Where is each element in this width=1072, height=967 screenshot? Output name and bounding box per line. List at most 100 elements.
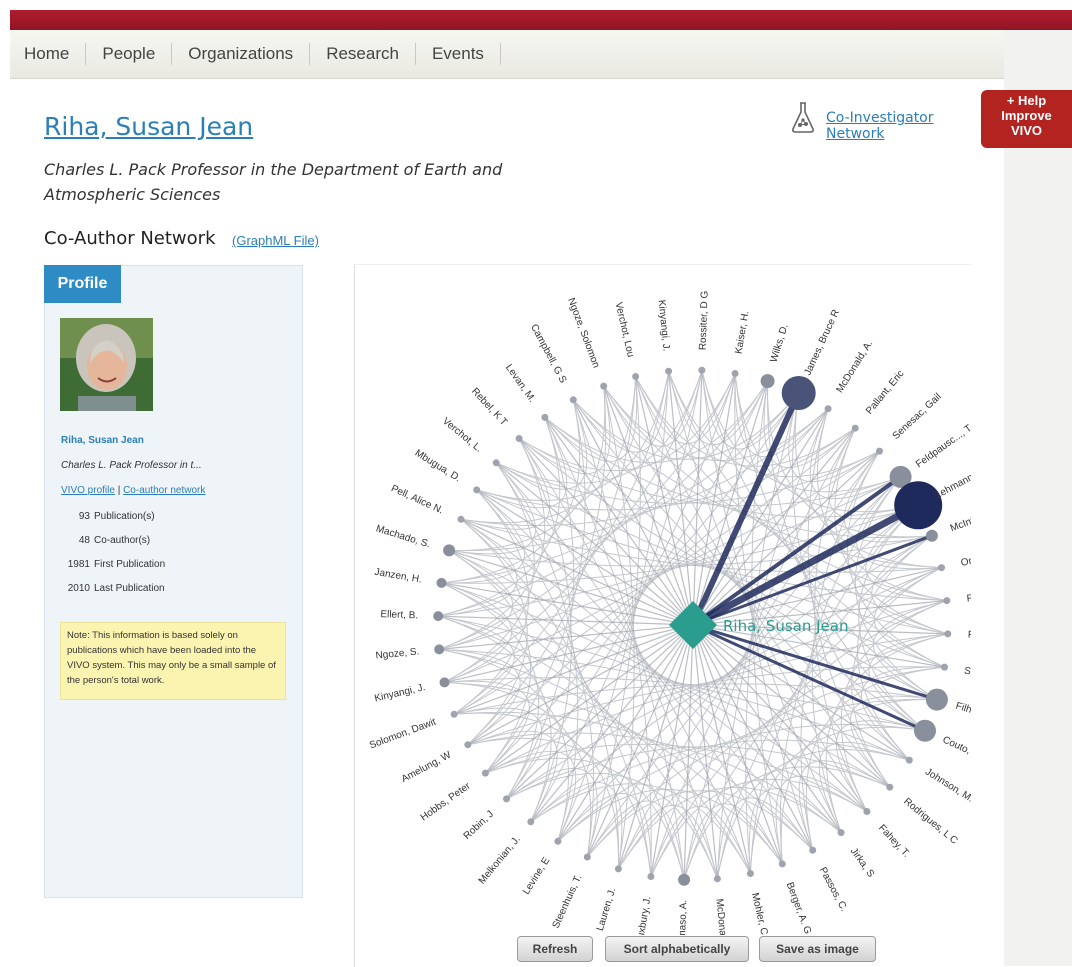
person-name[interactable]: Riha, Susan Jean xyxy=(44,112,253,141)
profile-tab[interactable]: Profile xyxy=(44,265,121,303)
coauthor-node[interactable] xyxy=(746,870,754,877)
coauthor-node[interactable] xyxy=(914,719,936,742)
coauthor-label[interactable]: Mbugua, D. xyxy=(413,448,463,485)
coauthor-label[interactable]: James, Bruce R xyxy=(802,308,842,377)
coauthor-node[interactable] xyxy=(941,663,948,671)
nav-organizations[interactable]: Organizations xyxy=(172,43,311,65)
coauthor-node[interactable] xyxy=(434,644,445,655)
coauthor-node[interactable] xyxy=(503,795,510,803)
coauthor-label[interactable]: Levine, E xyxy=(521,855,553,896)
coauthor-label[interactable]: Wilks, D. xyxy=(769,323,791,364)
coauthor-node[interactable] xyxy=(837,829,845,837)
coauthor-network-viz[interactable]: Rossiter, D G Kaiser, H. Wilks, D. James, B… xyxy=(354,264,1012,967)
coauthor-label[interactable]: McDonald, A xyxy=(713,898,729,956)
coauthor-node[interactable] xyxy=(527,818,535,826)
coauthor-label[interactable]: Kinyangi, J. xyxy=(656,299,672,352)
coauthor-node[interactable] xyxy=(632,373,640,380)
coauthor-node[interactable] xyxy=(436,577,447,588)
coauthor-node[interactable] xyxy=(851,424,859,432)
center-node[interactable] xyxy=(669,601,717,649)
coauthor-label[interactable]: Solomon, Dawit xyxy=(368,717,438,752)
nav-home[interactable]: Home xyxy=(10,43,87,65)
coauthor-node[interactable] xyxy=(876,447,883,455)
coauthor-label[interactable]: Kaiser, H. xyxy=(733,310,751,355)
save-as-image-button[interactable]: Save as image xyxy=(759,936,876,962)
nav-research[interactable]: Research xyxy=(310,43,416,65)
coauthor-node[interactable] xyxy=(439,677,450,688)
network-graph[interactable]: Rossiter, D G Kaiser, H. Wilks, D. James, B… xyxy=(355,265,1012,958)
coauthor-node[interactable] xyxy=(943,597,951,605)
coauthor-node[interactable] xyxy=(457,515,465,523)
coauthor-label[interactable]: Senesac, Gail xyxy=(891,391,944,442)
coauthor-label[interactable]: Verchot, Lou xyxy=(613,301,636,358)
coinvestigator-network-link[interactable]: Co-Investigator Network xyxy=(826,110,934,142)
coauthor-network-link[interactable]: Co-author network xyxy=(123,485,205,496)
coauthor-node[interactable] xyxy=(492,459,500,467)
coauthor-label[interactable]: Ong, C K xyxy=(960,549,1003,569)
coauthor-label[interactable]: Jirka, S xyxy=(848,846,877,880)
coauthor-label[interactable]: Machado, S. xyxy=(375,523,432,550)
nav-events[interactable]: Events xyxy=(416,43,501,65)
coauthor-label[interactable]: Lauren, J. xyxy=(595,887,619,933)
coauthor-node[interactable] xyxy=(515,435,523,442)
coauthor-label[interactable]: McDonald, A. xyxy=(834,339,875,395)
coauthor-label[interactable]: Robin, J xyxy=(462,809,496,842)
coauthor-label[interactable]: Lehmann, C. xyxy=(933,465,989,502)
coauthor-label[interactable]: Ngoze, Solomon xyxy=(565,296,601,369)
coauthor-node[interactable] xyxy=(647,873,655,880)
graphml-file-link[interactable]: (GraphML File) xyxy=(232,233,319,248)
refresh-button[interactable]: Refresh xyxy=(517,936,593,962)
coauthor-label[interactable]: Verchot, L. xyxy=(440,416,484,455)
coauthor-label[interactable]: Feldpausc..., T. xyxy=(914,422,975,470)
coauthor-label[interactable]: McIntyre, B D xyxy=(949,503,1010,535)
coauthor-node[interactable] xyxy=(925,688,948,711)
coauthor-node[interactable] xyxy=(905,756,913,764)
coauthor-label[interactable]: Hobbs, Peter xyxy=(419,780,473,823)
coauthor-label[interactable]: Tommaso, A. xyxy=(676,900,689,958)
coauthor-label[interactable]: Ellert, B. xyxy=(380,609,418,621)
coauthor-label[interactable]: Ngoze, S. xyxy=(375,646,420,661)
coauthor-node[interactable] xyxy=(713,875,721,883)
coauthor-node[interactable] xyxy=(824,405,832,413)
coauthor-label[interactable]: Selva, E xyxy=(963,665,1002,682)
coauthor-node[interactable] xyxy=(938,564,945,572)
coauthor-node[interactable] xyxy=(600,382,608,390)
coauthor-label[interactable]: Fahey, T. xyxy=(876,823,911,860)
coauthor-node[interactable] xyxy=(678,873,691,886)
coauthor-node[interactable] xyxy=(450,710,458,718)
help-improve-vivo-button[interactable]: + Help Improve VIVO xyxy=(981,90,1072,148)
coauthor-label[interactable]: Rossiter, D G xyxy=(698,290,711,350)
coauthor-label[interactable]: Janzen, H. xyxy=(374,567,423,586)
coauthor-label[interactable]: Melkonian, J. xyxy=(477,834,523,886)
coauthor-node[interactable] xyxy=(760,374,775,389)
coauthor-node[interactable] xyxy=(731,370,739,377)
coauthor-node[interactable] xyxy=(583,853,591,861)
coauthor-label[interactable]: Filho, J P.N xyxy=(954,701,1005,726)
coauthor-node[interactable] xyxy=(554,837,562,845)
network-flask-icon[interactable] xyxy=(790,101,816,135)
coauthor-node[interactable] xyxy=(541,413,549,421)
coauthor-label[interactable]: Duxbury, J. xyxy=(634,895,653,946)
profile-name[interactable]: Riha, Susan Jean xyxy=(61,435,144,446)
coauthor-label[interactable]: Passos, C. xyxy=(817,865,849,913)
coauthor-label[interactable]: Fernande xyxy=(968,630,1012,643)
coauthor-node[interactable] xyxy=(443,544,456,557)
vivo-profile-link[interactable]: VIVO profile xyxy=(61,485,115,496)
coauthor-label[interactable]: Mohler, C. xyxy=(749,892,770,939)
coauthor-node[interactable] xyxy=(894,481,943,530)
coauthor-node[interactable] xyxy=(464,741,472,749)
coauthor-label[interactable]: Pell, Alice N. xyxy=(389,483,445,516)
coauthor-node[interactable] xyxy=(433,611,444,622)
coauthor-node[interactable] xyxy=(698,366,706,374)
coauthor-label[interactable]: Amelung, W xyxy=(400,749,454,785)
nav-people[interactable]: People xyxy=(86,43,173,65)
coauthor-node[interactable] xyxy=(778,860,786,868)
coauthor-node[interactable] xyxy=(781,376,816,410)
coauthor-node[interactable] xyxy=(863,808,871,815)
coauthor-label[interactable]: Campbell, G S xyxy=(528,322,568,385)
coauthor-label[interactable]: Steenhuis, T. xyxy=(551,873,585,930)
coauthor-label[interactable]: Couto, E G xyxy=(941,734,991,765)
sort-alphabetically-button[interactable]: Sort alphabetically xyxy=(605,936,749,962)
coauthor-label[interactable]: Kinyangi, J. xyxy=(373,682,426,704)
coauthor-node[interactable] xyxy=(665,367,673,375)
